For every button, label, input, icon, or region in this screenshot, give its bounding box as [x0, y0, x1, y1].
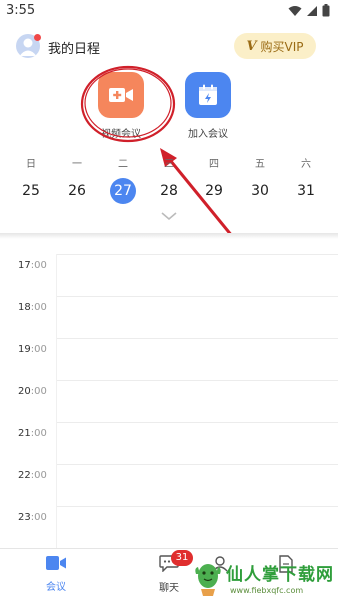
chevron-down-icon[interactable] [161, 212, 177, 221]
buy-vip-button[interactable]: V 购买VIP [234, 33, 316, 59]
weekday-label: 三 [164, 159, 174, 170]
hour-row[interactable]: 17:00 [0, 240, 338, 296]
hour-label: 21:00 [18, 428, 47, 439]
calendar-join-icon [199, 84, 217, 105]
week-day-wednesday[interactable]: 三 28 [152, 155, 186, 204]
watermark-url: www.fiebxqfc.com [230, 586, 304, 595]
hour-row[interactable]: 22:00 [0, 450, 338, 506]
status-icons [288, 4, 330, 17]
hour-row[interactable]: 21:00 [0, 408, 338, 464]
week-day-saturday[interactable]: 六 31 [289, 155, 323, 204]
weekday-label: 二 [118, 159, 128, 170]
watermark-title: 仙人掌下载网 [226, 565, 334, 585]
battery-icon [322, 4, 330, 17]
week-day-tuesday[interactable]: 二 27 [106, 155, 140, 204]
hour-gridline [56, 506, 57, 548]
join-meeting-button[interactable] [185, 72, 231, 118]
hour-line [56, 338, 338, 339]
hour-row[interactable]: 18:00 [0, 282, 338, 338]
date-number[interactable]: 31 [293, 178, 319, 204]
video-camera-plus-icon [109, 88, 133, 102]
watermark: 仙人掌下载网 www.fiebxqfc.com [192, 556, 338, 600]
tab-meetings-label: 会议 [46, 582, 66, 593]
chat-unread-badge: 31 [171, 550, 193, 566]
hour-row[interactable]: 23:00 [0, 492, 338, 548]
notification-dot [34, 34, 41, 41]
hour-row[interactable]: 20:00 [0, 366, 338, 422]
weekday-label: 一 [72, 159, 82, 170]
cactus-logo-icon [195, 564, 221, 596]
hour-line [56, 296, 338, 297]
vip-icon: V [246, 38, 257, 54]
hour-row[interactable]: 19:00 [0, 324, 338, 380]
signal-icon [307, 5, 317, 16]
weekday-label: 四 [209, 159, 219, 170]
header: 我的日程 V 购买VIP [0, 30, 338, 64]
video-meeting-label: 视频会议 [101, 129, 141, 140]
week-day-friday[interactable]: 五 30 [243, 155, 277, 204]
join-meeting-action[interactable]: 加入会议 [178, 72, 238, 140]
hour-label: 17:00 [18, 260, 47, 271]
page-title: 我的日程 [48, 42, 101, 57]
hour-label: 22:00 [18, 470, 47, 481]
weekday-label: 五 [255, 159, 265, 170]
video-camera-icon [46, 556, 66, 570]
hour-line [56, 254, 338, 255]
tab-meetings[interactable]: 会议 [28, 555, 84, 593]
buy-vip-label: 购买VIP [260, 39, 304, 54]
weekday-label: 日 [26, 159, 36, 170]
hour-line [56, 464, 338, 465]
video-meeting-button[interactable] [98, 72, 144, 118]
date-number[interactable]: 28 [156, 178, 182, 204]
week-day-sunday[interactable]: 日 25 [14, 155, 48, 204]
video-meeting-action[interactable]: 视频会议 [91, 72, 151, 140]
status-time: 3:55 [6, 3, 36, 18]
date-number[interactable]: 25 [18, 178, 44, 204]
wifi-icon [288, 5, 302, 16]
date-number[interactable]: 26 [64, 178, 90, 204]
weekday-label: 六 [301, 159, 311, 170]
date-number-selected[interactable]: 27 [110, 178, 136, 204]
status-bar: 3:55 [0, 0, 338, 24]
week-day-thursday[interactable]: 四 29 [197, 155, 231, 204]
calendar-divider [0, 233, 338, 239]
hour-label: 19:00 [18, 344, 47, 355]
date-number[interactable]: 30 [247, 178, 273, 204]
hour-line [56, 506, 338, 507]
week-strip: 日 25 一 26 二 27 三 28 四 29 五 30 六 31 [0, 155, 338, 233]
tab-chat-label: 聊天 [159, 583, 179, 594]
week-day-monday[interactable]: 一 26 [60, 155, 94, 204]
hour-label: 23:00 [18, 512, 47, 523]
hour-label: 18:00 [18, 302, 47, 313]
hour-line [56, 380, 338, 381]
join-meeting-label: 加入会议 [188, 129, 228, 140]
hour-line [56, 422, 338, 423]
hour-label: 20:00 [18, 386, 47, 397]
date-number[interactable]: 29 [201, 178, 227, 204]
